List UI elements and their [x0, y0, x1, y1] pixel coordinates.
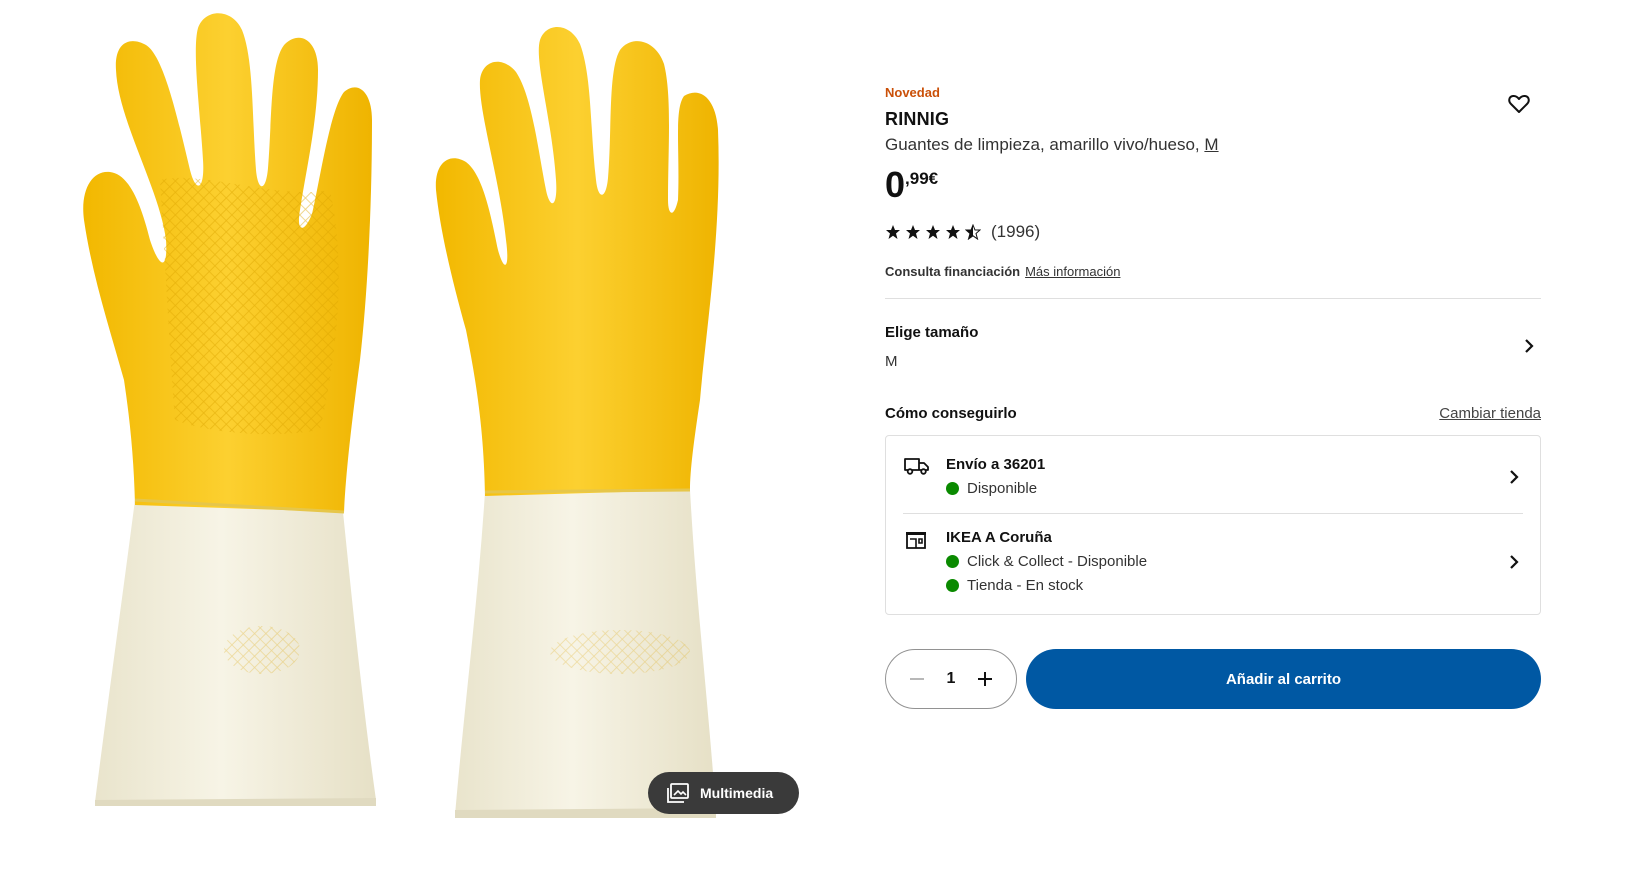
delivery-title: Envío a 36201	[946, 456, 1046, 473]
available-dot	[946, 555, 959, 568]
product-media[interactable]: Multimedia	[0, 0, 860, 891]
increase-button[interactable]	[974, 668, 996, 690]
rating-count: (1996)	[991, 222, 1041, 241]
click-collect-status-text: Click & Collect - Disponible	[967, 553, 1148, 570]
left-glove	[83, 13, 376, 806]
quantity-stepper: 1	[885, 649, 1017, 709]
heart-icon	[1508, 94, 1530, 113]
product-info-panel: Novedad RINNIG Guantes de limpieza, amar…	[885, 0, 1541, 891]
multimedia-button[interactable]: Multimedia	[648, 772, 799, 814]
price-decimals: ,99€	[905, 169, 939, 188]
price-integer: 0	[885, 164, 906, 205]
quantity-value[interactable]: 1	[947, 670, 956, 688]
truck-icon	[904, 458, 929, 475]
half-star-icon	[965, 224, 981, 240]
rating[interactable]: (1996)	[885, 222, 1040, 242]
store-option[interactable]: IKEA A Coruña Click & Collect - Disponib…	[886, 514, 1540, 614]
divider	[885, 298, 1541, 299]
product-description: Guantes de limpieza, amarillo vivo/hueso…	[885, 135, 1219, 155]
chevron-right-icon	[1525, 339, 1534, 353]
star-icon	[926, 225, 940, 239]
star-icon	[886, 225, 900, 239]
financing-label: Consulta financiación	[885, 264, 1021, 279]
more-info-link[interactable]: Más información	[1025, 264, 1120, 279]
product-name: RINNIG	[885, 109, 950, 129]
delivery-status: Disponible	[946, 480, 1037, 497]
star-icon	[946, 225, 960, 239]
availability-box: Envío a 36201 Disponible IKEA A Coruña C…	[885, 435, 1541, 615]
store-title: IKEA A Coruña	[946, 529, 1052, 546]
gallery-icon	[667, 783, 689, 803]
add-to-cart-button[interactable]: Añadir al carrito	[1026, 649, 1541, 709]
product-description-text: Guantes de limpieza, amarillo vivo/hueso…	[885, 135, 1205, 154]
size-selector[interactable]: Elige tamaño M	[885, 312, 1541, 382]
gloves-image	[83, 13, 719, 818]
click-collect-status: Click & Collect - Disponible	[946, 553, 1147, 570]
size-link[interactable]: M	[1204, 135, 1218, 154]
rating-stars	[885, 224, 981, 240]
chevron-right-icon	[1510, 470, 1519, 484]
financing: Consulta financiación Más información	[885, 264, 1120, 279]
size-title: Elige tamaño	[885, 324, 979, 341]
store-icon	[906, 532, 926, 549]
size-value: M	[885, 353, 898, 370]
delivery-option[interactable]: Envío a 36201 Disponible	[886, 436, 1540, 513]
chevron-right-icon	[1510, 555, 1519, 569]
product-price: 0 ,99€	[885, 166, 938, 204]
how-to-get-title: Cómo conseguirlo	[885, 405, 1017, 422]
decrease-button[interactable]	[906, 668, 928, 690]
minus-icon	[910, 678, 924, 680]
star-icon	[906, 225, 920, 239]
right-glove	[435, 26, 719, 818]
new-badge: Novedad	[885, 85, 940, 100]
favorite-button[interactable]	[1505, 90, 1533, 118]
available-dot	[946, 482, 959, 495]
store-stock-status: Tienda - En stock	[946, 577, 1083, 594]
change-store-link[interactable]: Cambiar tienda	[1439, 405, 1541, 422]
store-stock-status-text: Tienda - En stock	[967, 577, 1084, 594]
multimedia-label: Multimedia	[700, 785, 774, 801]
delivery-status-text: Disponible	[967, 480, 1038, 497]
available-dot	[946, 579, 959, 592]
plus-icon	[978, 672, 992, 686]
